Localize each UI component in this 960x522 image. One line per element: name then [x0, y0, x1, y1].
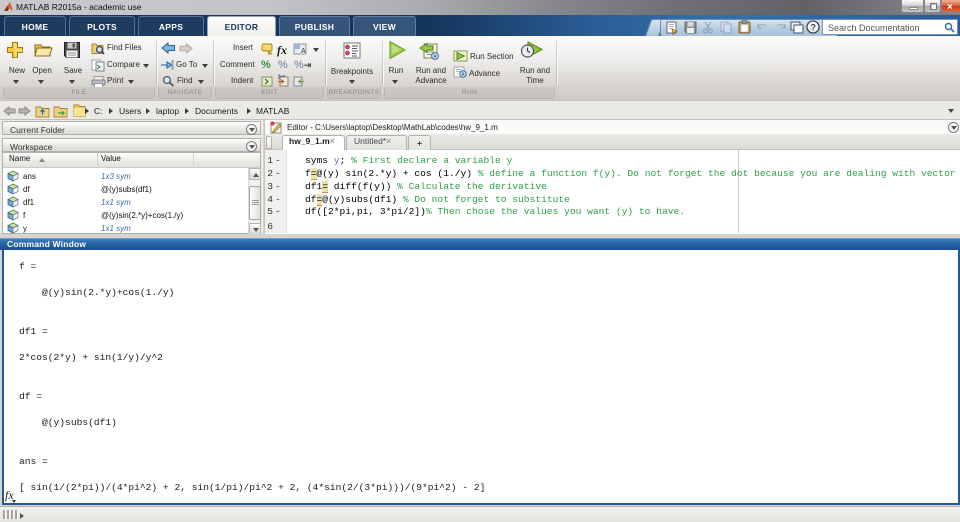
svg-text:?: ? [811, 23, 817, 33]
svg-text:A: A [301, 48, 306, 55]
